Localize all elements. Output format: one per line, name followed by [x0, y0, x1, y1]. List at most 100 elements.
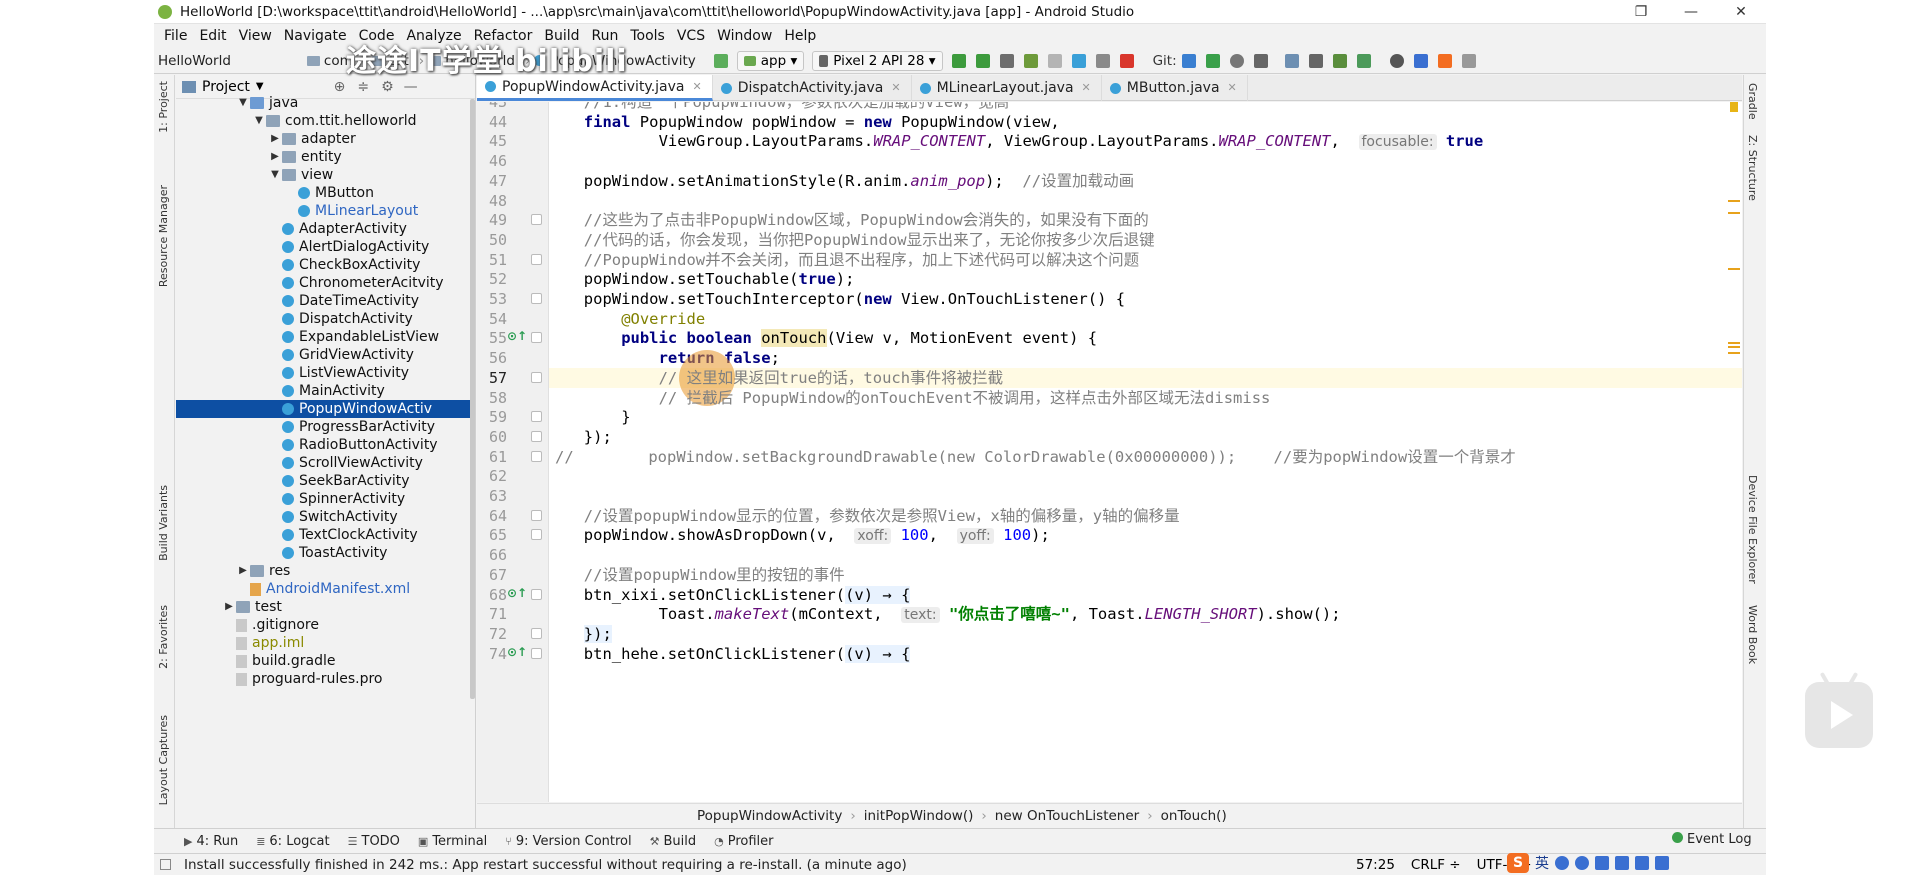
tree-folder[interactable]: ▶ test: [222, 598, 282, 616]
word-book-tool-tab[interactable]: Word Book: [1746, 605, 1759, 664]
override-icon[interactable]: ⊙↑: [507, 329, 527, 343]
chevron-down-icon[interactable]: ▼: [256, 81, 264, 92]
tree-folder[interactable]: ▼ view: [268, 166, 333, 184]
device-select[interactable]: Pixel 2 API 28 ▾: [812, 50, 943, 71]
sdk-manager-icon[interactable]: [1356, 53, 1371, 68]
gradle-tool-tab[interactable]: Gradle: [1746, 83, 1759, 120]
tool-window-logcat[interactable]: ≣ 6: Logcat: [256, 834, 329, 849]
fold-marker-icon[interactable]: [531, 332, 542, 344]
menu-view[interactable]: View: [233, 28, 278, 44]
rollback-icon[interactable]: [1253, 53, 1268, 68]
ime-keyboard-icon[interactable]: [1615, 856, 1629, 870]
tree-file[interactable]: ProgressBarActivity: [268, 418, 435, 436]
chevron-right-icon[interactable]: ▶: [268, 148, 282, 166]
tree-file[interactable]: CheckBoxActivity: [268, 256, 420, 274]
editor-breadcrumb-item[interactable]: new OnTouchListener: [995, 808, 1139, 824]
fold-marker-icon[interactable]: [531, 371, 542, 383]
chevron-right-icon[interactable]: ▶: [268, 130, 282, 148]
fold-marker-icon[interactable]: [531, 253, 542, 265]
target-icon[interactable]: ⊕: [334, 79, 346, 95]
tree-file[interactable]: .gitignore: [222, 616, 319, 634]
tree-file[interactable]: ChronometerAcitvity: [268, 274, 444, 292]
minimize-button[interactable]: —: [1666, 0, 1716, 24]
attach-debugger-icon[interactable]: [1095, 53, 1110, 68]
code-area[interactable]: //1.构造一个PopupWindow，参数依次是加载的View，宽高 final…: [549, 102, 1742, 802]
tree-file[interactable]: SpinnerActivity: [268, 490, 405, 508]
run-icon[interactable]: [999, 53, 1014, 68]
tree-folder[interactable]: ▼ com.ttit.helloworld: [252, 112, 416, 130]
tree-file[interactable]: proguard-rules.pro: [222, 670, 382, 688]
tree-file[interactable]: ScrollViewActivity: [268, 454, 423, 472]
tool-windows-icon[interactable]: [160, 859, 171, 870]
fold-marker-icon[interactable]: [531, 647, 542, 659]
tree-file[interactable]: DispatchActivity: [268, 310, 413, 328]
tree-file[interactable]: SeekBarActivity: [268, 472, 410, 490]
menu-navigate[interactable]: Navigate: [278, 28, 353, 44]
ime-menu-icon[interactable]: [1655, 856, 1669, 870]
history-icon[interactable]: [1229, 53, 1244, 68]
layout-captures-tool-tab[interactable]: Layout Captures: [157, 715, 170, 805]
hammer-icon[interactable]: [713, 53, 728, 68]
maximize-button[interactable]: ❐: [1616, 0, 1666, 24]
project-scrollbar[interactable]: [470, 99, 475, 699]
project-tool-tab[interactable]: 1: Project: [157, 81, 170, 133]
structure-tool-tab[interactable]: Z: Structure: [1746, 135, 1759, 201]
override-icon[interactable]: ⊙↑: [507, 645, 527, 659]
event-log-tab[interactable]: Event Log: [1672, 832, 1752, 847]
editor-tab[interactable]: DispatchActivity.java ✕: [713, 75, 912, 101]
tree-file[interactable]: MButton: [284, 184, 374, 202]
editor-breadcrumb-item[interactable]: PopupWindowActivity: [697, 808, 842, 824]
fold-marker-icon[interactable]: [531, 627, 542, 639]
editor-tab[interactable]: MButton.java ✕: [1102, 75, 1248, 101]
chevron-right-icon[interactable]: ▶: [222, 598, 236, 616]
gear-icon[interactable]: ⚙: [381, 79, 394, 95]
ime-mic-icon[interactable]: [1595, 856, 1609, 870]
git-commit-icon[interactable]: [1205, 53, 1220, 68]
translate-icon[interactable]: [1413, 53, 1428, 68]
tree-file[interactable]: AlertDialogActivity: [268, 238, 429, 256]
tree-file[interactable]: PopupWindowActiv: [176, 400, 470, 418]
hide-panel-icon[interactable]: —: [404, 79, 418, 95]
warning-indicator-icon[interactable]: [1730, 102, 1738, 112]
fold-marker-icon[interactable]: [531, 411, 542, 423]
project-structure-icon[interactable]: [1284, 53, 1299, 68]
tree-file[interactable]: AndroidManifest.xml: [236, 580, 410, 598]
resource-manager-tool-tab[interactable]: Resource Manager: [157, 185, 170, 287]
plugin-icon[interactable]: [1437, 53, 1452, 68]
fold-marker-icon[interactable]: [531, 293, 542, 304]
debug-icon[interactable]: [1023, 53, 1038, 68]
ime-emoji-icon[interactable]: [1575, 856, 1589, 870]
apply-code-changes-icon[interactable]: [975, 53, 990, 68]
editor-breadcrumb-item[interactable]: onTouch(): [1161, 808, 1227, 824]
build-variants-tool-tab[interactable]: Build Variants: [157, 485, 170, 561]
chevron-right-icon[interactable]: ▶: [236, 562, 250, 580]
search-icon[interactable]: [1389, 53, 1404, 68]
tree-file[interactable]: ListViewActivity: [268, 364, 409, 382]
override-icon[interactable]: ⊙↑: [507, 586, 527, 600]
apply-changes-icon[interactable]: [951, 53, 966, 68]
coverage-icon[interactable]: [1047, 53, 1062, 68]
line-separator[interactable]: CRLF ÷: [1411, 857, 1461, 873]
tool-window-build[interactable]: ⚒ Build: [650, 834, 697, 849]
menu-help[interactable]: Help: [778, 28, 822, 44]
breadcrumb-project[interactable]: HelloWorld: [158, 53, 231, 69]
play-button[interactable]: [1805, 671, 1873, 748]
close-icon[interactable]: ✕: [693, 74, 702, 100]
chevron-down-icon[interactable]: ▼: [236, 94, 250, 112]
tool-window-run[interactable]: ▶ 4: Run: [184, 834, 238, 849]
tool-window-version-control[interactable]: ⑂ 9: Version Control: [505, 834, 631, 849]
fold-marker-icon[interactable]: [531, 430, 542, 442]
editor-breadcrumb-item[interactable]: initPopWindow(): [864, 808, 974, 824]
close-button[interactable]: ✕: [1716, 0, 1766, 24]
ime-punct-icon[interactable]: [1555, 856, 1569, 870]
project-view-select[interactable]: Project: [202, 79, 250, 95]
fold-marker-icon[interactable]: [531, 509, 542, 521]
close-icon[interactable]: ✕: [1082, 75, 1091, 101]
menu-file[interactable]: File: [158, 28, 193, 44]
tool-window-terminal[interactable]: ▣ Terminal: [418, 834, 487, 849]
caret-position[interactable]: 57:25: [1356, 857, 1395, 873]
fold-marker-icon[interactable]: [531, 450, 542, 462]
tree-folder[interactable]: ▶ entity: [268, 148, 342, 166]
tree-file[interactable]: TextClockActivity: [268, 526, 418, 544]
layout-inspector-icon[interactable]: [1308, 53, 1323, 68]
